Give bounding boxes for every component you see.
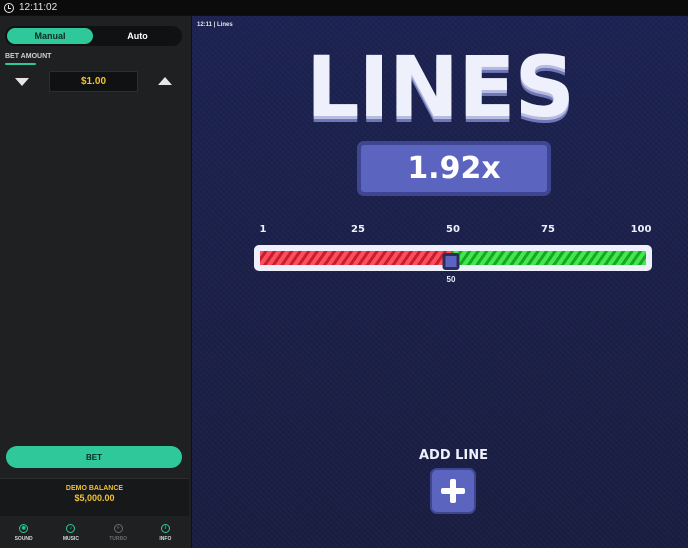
plus-icon xyxy=(441,479,465,503)
status-bar: 12:11:02 xyxy=(0,0,688,15)
lose-zone xyxy=(260,251,451,265)
slider-tick: 25 xyxy=(351,224,365,235)
tab-manual[interactable]: Manual xyxy=(7,28,93,44)
balance-value: $5,000.00 xyxy=(74,493,115,503)
bet-amount-underline xyxy=(5,63,36,65)
game-header: 12:11 | Lines xyxy=(197,22,233,28)
add-line-label: ADD LINE xyxy=(418,448,489,463)
line-slider[interactable] xyxy=(254,245,652,271)
nav-music[interactable]: ♪ MUSIC xyxy=(47,518,94,548)
nav-turbo-label: TURBO xyxy=(109,536,128,542)
decrease-bet-icon[interactable] xyxy=(15,78,29,86)
info-icon: i xyxy=(160,524,170,533)
increase-bet-icon[interactable] xyxy=(158,77,172,85)
nav-turbo[interactable]: » TURBO xyxy=(95,518,142,548)
bet-amount-label: BET AMOUNT xyxy=(5,53,52,60)
multiplier-value: 1.92x xyxy=(407,151,501,186)
nav-sound-label: SOUND xyxy=(14,536,33,542)
tab-auto[interactable]: Auto xyxy=(95,28,180,44)
add-line-button[interactable] xyxy=(430,468,476,514)
slider-value: 50 xyxy=(446,275,456,284)
bet-amount-field[interactable]: $1.00 xyxy=(49,71,138,92)
nav-music-label: MUSIC xyxy=(62,536,79,542)
slider-tick: 50 xyxy=(446,224,460,235)
nav-sound[interactable]: ◉ SOUND xyxy=(0,518,47,548)
nav-info-label: INFO xyxy=(159,536,172,542)
slider-tick: 100 xyxy=(630,224,652,235)
sound-icon: ◉ xyxy=(19,524,29,533)
music-icon: ♪ xyxy=(66,524,76,533)
slider-track xyxy=(260,251,646,270)
clock-icon xyxy=(4,2,14,13)
game-area: 12:11 | Lines LINES 1.92x 1 25 50 75 100… xyxy=(192,16,688,548)
slider-tick: 75 xyxy=(541,224,555,235)
slider-handle[interactable] xyxy=(442,253,460,270)
balance-label: DEMO BALANCE xyxy=(65,485,124,492)
multiplier-display: 1.92x xyxy=(357,141,551,196)
game-title: LINES xyxy=(306,38,575,136)
status-time: 12:11:02 xyxy=(19,2,58,13)
turbo-icon: » xyxy=(113,524,123,533)
balance-panel: DEMO BALANCE $5,000.00 xyxy=(0,478,189,516)
slider-tick: 1 xyxy=(259,224,267,235)
mode-toggle: Manual Auto xyxy=(5,26,182,46)
bet-button[interactable]: BET xyxy=(6,446,182,468)
bet-sidebar: Manual Auto BET AMOUNT $1.00 BET DEMO BA… xyxy=(0,16,191,548)
footer-nav: ◉ SOUND ♪ MUSIC » TURBO i INFO xyxy=(0,518,189,548)
nav-info[interactable]: i INFO xyxy=(142,518,189,548)
win-zone xyxy=(451,251,646,265)
